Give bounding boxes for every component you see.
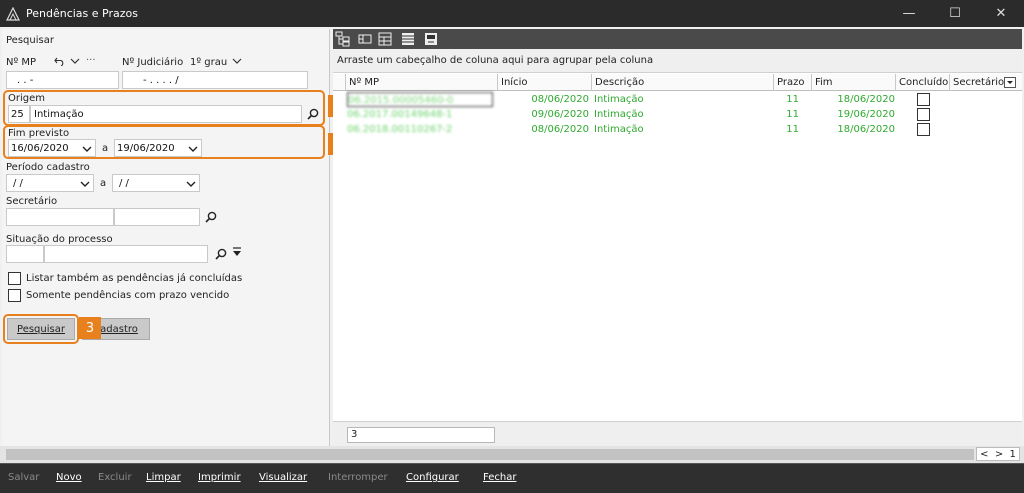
close-button[interactable]: ✕ <box>978 0 1024 27</box>
export-icon[interactable] <box>423 31 439 47</box>
action-bar: Salvar Novo Excluir Limpar Imprimir Visu… <box>0 463 1024 493</box>
list-view-icon[interactable] <box>400 31 416 47</box>
periodo-from-select[interactable]: / / <box>6 174 94 192</box>
search-panel-header: Pesquisar <box>6 35 54 46</box>
group-tree-icon[interactable] <box>335 31 351 47</box>
table-row[interactable]: 06.2017.00149648-1 09/06/2020 Intimação … <box>333 107 1022 122</box>
column-chooser-icon[interactable] <box>1004 77 1016 88</box>
table-row[interactable]: 06.2015.00005460-0 08/06/2020 Intimação … <box>333 92 1022 107</box>
checkbox-concluidas[interactable] <box>8 272 21 285</box>
cell-concluido-checkbox[interactable] <box>917 123 930 136</box>
group-drop-area[interactable]: Arraste um cabeçalho de coluna aqui para… <box>333 49 1022 73</box>
interromper-action[interactable]: Interromper <box>328 472 388 483</box>
judicial-label: Nº Judiciário <box>122 57 184 68</box>
situacao-code-input[interactable] <box>6 245 44 263</box>
step-badge-3: 3 <box>79 317 101 339</box>
clear-filter-icon[interactable] <box>232 247 242 259</box>
grid-toolbar <box>333 29 1022 49</box>
grau-chevron-down-icon[interactable] <box>232 57 242 65</box>
salvar-action[interactable]: Salvar <box>8 472 39 483</box>
cell-mp[interactable]: 06.2018.00110267-2 <box>347 122 493 137</box>
limpar-action[interactable]: Limpar <box>146 472 181 483</box>
column-header-inicio[interactable]: Início <box>497 74 591 91</box>
checkbox-vencido-label: Somente pendências com prazo vencido <box>26 290 230 301</box>
column-header-prazo[interactable]: Prazo <box>773 74 811 91</box>
record-count: 3 <box>347 427 495 443</box>
cell-inicio: 09/06/2020 <box>531 109 589 120</box>
minimize-button[interactable]: — <box>886 0 932 27</box>
chevron-down-icon <box>186 181 196 187</box>
cell-inicio: 08/06/2020 <box>531 124 589 135</box>
cell-fim: 18/06/2020 <box>837 94 895 105</box>
cell-descricao: Intimação <box>594 124 644 135</box>
secretario-name-input[interactable] <box>114 208 200 226</box>
undo-icon[interactable] <box>54 56 65 66</box>
column-header-mp[interactable]: Nº MP <box>345 74 497 91</box>
novo-action[interactable]: Novo <box>56 472 82 483</box>
judicial-input[interactable]: - . . . . / <box>122 71 308 89</box>
table-row[interactable]: 06.2018.00110267-2 08/06/2020 Intimação … <box>333 122 1022 137</box>
pager-prev-button[interactable]: < <box>980 449 988 460</box>
cell-prazo: 11 <box>786 94 799 105</box>
scrollbar-thumb[interactable] <box>6 449 974 460</box>
pager: < > 1 <box>976 447 1020 461</box>
window-title: Pendências e Prazos <box>26 7 138 20</box>
cell-fim: 19/06/2020 <box>837 109 895 120</box>
mp-label: Nº MP <box>6 57 37 68</box>
results-panel: Arraste um cabeçalho de coluna aqui para… <box>333 29 1022 461</box>
chevron-down-icon <box>80 181 90 187</box>
grid-header: Nº MP Início Descrição Prazo Fim Concluí… <box>333 74 1022 91</box>
pager-page-number: 1 <box>1009 448 1016 460</box>
secretario-search-icon[interactable] <box>205 211 217 223</box>
highlight-origem <box>3 90 325 126</box>
main-area: Pesquisar Nº MP ··· . . - Nº Judiciário … <box>0 27 1024 463</box>
checkbox-concluidas-label: Listar também as pendências já concluída… <box>26 273 243 284</box>
more-icon[interactable]: ··· <box>86 55 96 66</box>
situacao-label: Situação do processo <box>6 234 113 245</box>
situacao-name-input[interactable] <box>44 245 208 263</box>
configurar-action[interactable]: Configurar <box>406 472 459 483</box>
periodo-separator: a <box>100 178 107 189</box>
highlight-fim-previsto <box>3 125 325 159</box>
cell-mp[interactable]: 06.2017.00149648-1 <box>347 107 493 122</box>
situacao-search-icon[interactable] <box>215 248 227 260</box>
cell-descricao: Intimação <box>594 94 644 105</box>
column-header-descricao[interactable]: Descrição <box>591 74 773 91</box>
maximize-button[interactable]: ☐ <box>932 0 978 27</box>
highlight-pesquisar <box>3 314 79 344</box>
cell-concluido-checkbox[interactable] <box>917 108 930 121</box>
column-header-concluido[interactable]: Concluído <box>895 74 949 91</box>
cell-descricao: Intimação <box>594 109 644 120</box>
chevron-down-icon[interactable] <box>70 57 80 65</box>
cell-prazo: 11 <box>786 109 799 120</box>
cell-mp[interactable]: 06.2015.00005460-0 <box>347 92 493 107</box>
column-header-fim[interactable]: Fim <box>811 74 895 91</box>
excluir-action[interactable]: Excluir <box>98 472 132 483</box>
imprimir-action[interactable]: Imprimir <box>198 472 241 483</box>
secretario-code-input[interactable] <box>6 208 114 226</box>
periodo-label: Período cadastro <box>6 162 90 173</box>
cell-concluido-checkbox[interactable] <box>917 93 930 106</box>
cell-prazo: 11 <box>786 124 799 135</box>
mp-input[interactable]: . . - <box>6 71 119 89</box>
columns-icon[interactable] <box>357 31 373 47</box>
search-panel: Pesquisar Nº MP ··· . . - Nº Judiciário … <box>2 29 350 461</box>
visualizar-action[interactable]: Visualizar <box>259 472 307 483</box>
column-header-secretario[interactable]: Secretário <box>949 74 1005 91</box>
cell-fim: 18/06/2020 <box>837 124 895 135</box>
secretario-label: Secretário <box>6 196 58 207</box>
periodo-to-select[interactable]: / / <box>112 174 200 192</box>
cell-inicio: 08/06/2020 <box>531 94 589 105</box>
grau-label[interactable]: 1º grau <box>190 57 227 68</box>
fechar-action[interactable]: Fechar <box>483 472 516 483</box>
title-bar: Pendências e Prazos — ☐ ✕ <box>0 0 1024 27</box>
table-icon[interactable] <box>377 31 393 47</box>
horizontal-scrollbar[interactable]: < > 1 <box>0 446 1024 463</box>
pager-next-button[interactable]: > <box>995 449 1003 460</box>
checkbox-vencido[interactable] <box>8 289 21 302</box>
app-logo-icon <box>6 6 20 21</box>
